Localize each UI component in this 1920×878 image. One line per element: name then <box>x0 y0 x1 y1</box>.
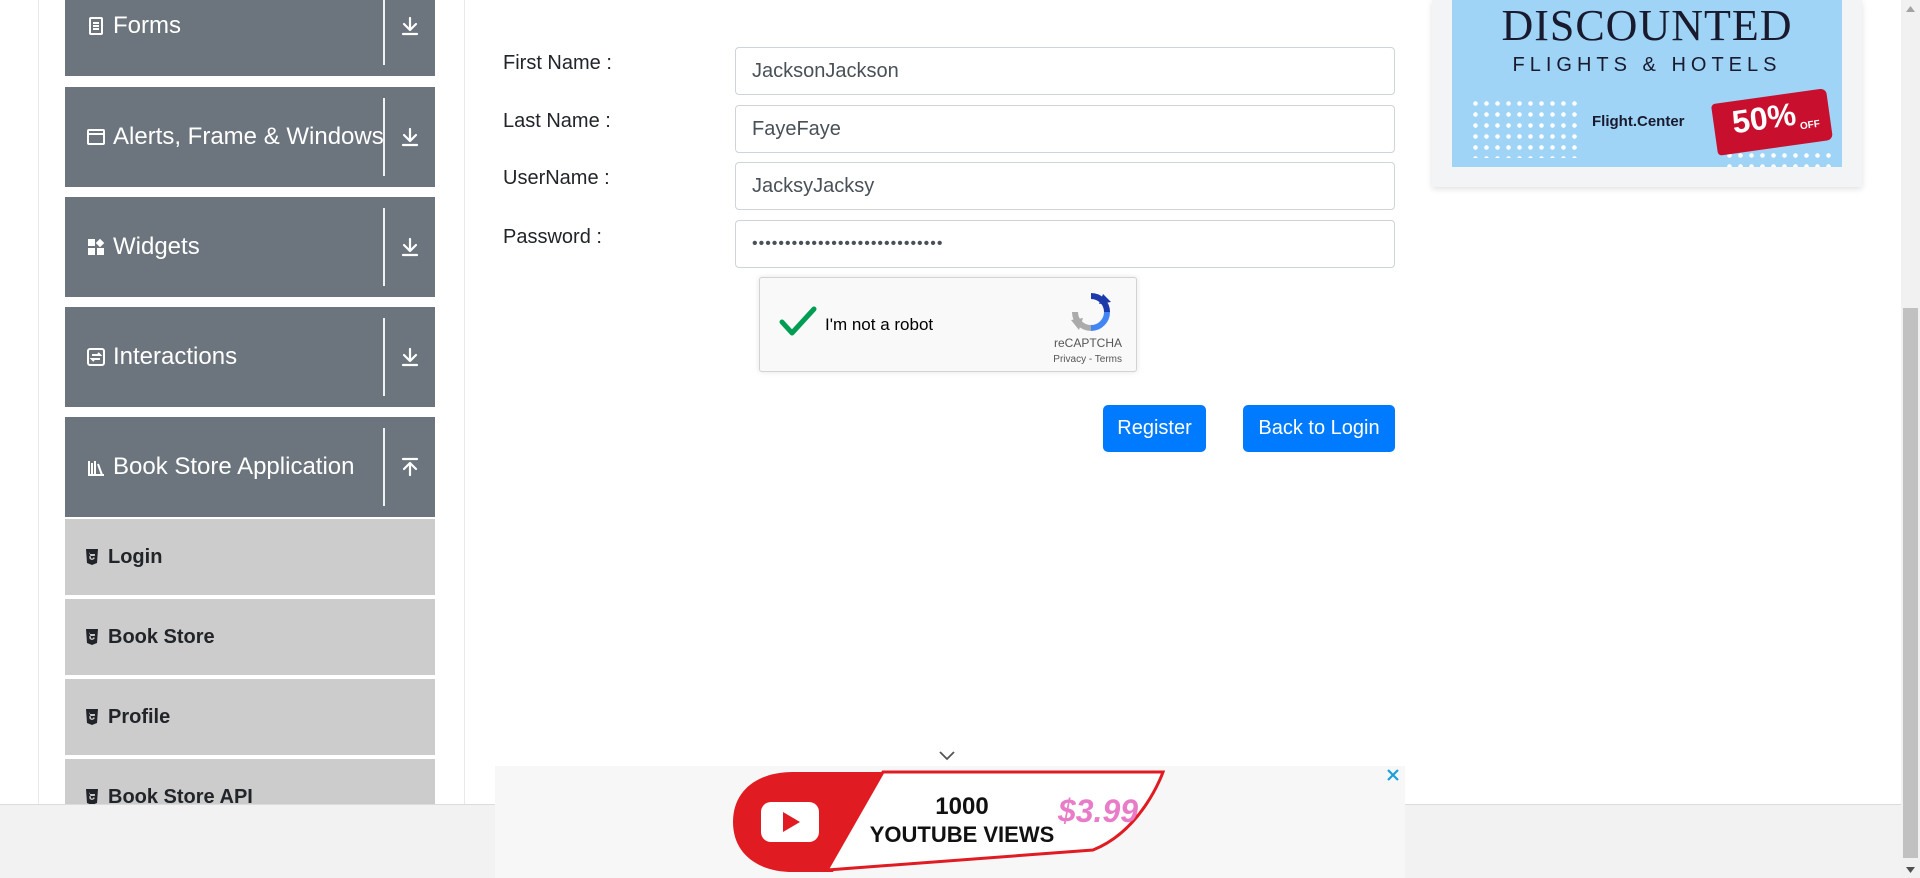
recaptcha-brand: reCAPTCHA <box>1053 336 1122 350</box>
ad-price: $3.99 <box>1057 793 1138 829</box>
ad-headline: DISCOUNTED <box>1501 1 1793 50</box>
sidebar-group-forms[interactable]: Forms <box>65 0 435 76</box>
first-name-input[interactable]: JacksonJackson <box>735 47 1395 95</box>
sidebar-item-label: Login <box>108 545 163 568</box>
scroll-up-arrow-icon[interactable] <box>1901 0 1920 17</box>
username-input[interactable]: JacksyJacksy <box>735 162 1395 210</box>
window-icon <box>85 126 107 148</box>
page-viewport: Forms Alerts, Frame & Windows Widgets In… <box>0 0 1920 878</box>
username-label: UserName : <box>503 167 610 189</box>
sidebar-group-interactions[interactable]: Interactions <box>65 307 435 407</box>
sidebar-group-label: Forms <box>113 12 181 39</box>
sidebar-group-widgets[interactable]: Widgets <box>65 197 435 297</box>
scrollbar-thumb[interactable] <box>1903 308 1918 858</box>
recaptcha-logo-icon <box>1071 293 1111 331</box>
sidebar-group-label: Interactions <box>113 343 238 370</box>
ad-brand: Flight.Center <box>1592 113 1685 130</box>
sidebar-group-label: Widgets <box>113 233 200 260</box>
recaptcha-privacy-terms-link[interactable]: Privacy - Terms <box>760 354 1122 365</box>
sidebar-group-book-store-application[interactable]: Book Store Application <box>65 417 435 517</box>
scroll-down-arrow-icon[interactable] <box>1901 861 1920 878</box>
ad-line2: YOUTUBE VIEWS <box>870 822 1055 847</box>
html5-icon <box>82 708 102 726</box>
sidebar-group-label: Book Store Application <box>113 453 355 480</box>
expand-arrow-icon[interactable] <box>385 307 435 407</box>
interactions-icon <box>85 346 107 368</box>
widgets-icon <box>85 236 107 258</box>
divider <box>383 428 385 506</box>
close-icon[interactable] <box>1384 766 1402 784</box>
divider <box>383 318 385 396</box>
recaptcha-widget: I'm not a robot reCAPTCHA Privacy - Term… <box>759 277 1137 372</box>
document-icon <box>85 15 107 37</box>
sidebar-group-label: Alerts, Frame & Windows <box>113 123 383 150</box>
register-button[interactable]: Register <box>1103 405 1206 452</box>
expand-arrow-icon[interactable] <box>385 87 435 187</box>
last-name-label: Last Name : <box>503 110 611 132</box>
html5-icon <box>82 548 102 566</box>
last-name-input[interactable]: FayeFaye <box>735 105 1395 153</box>
ad-banner: DISCOUNTED FLIGHTS & HOTELS Flight.Cente… <box>1452 0 1842 167</box>
sidebar-group-alerts-frame-windows[interactable]: Alerts, Frame & Windows <box>65 87 435 187</box>
password-input[interactable]: ••••••••••••••••••••••••••••• <box>735 220 1395 268</box>
chevron-down-icon[interactable] <box>937 748 957 762</box>
sidebar-item-profile[interactable]: Profile <box>65 679 435 757</box>
ad-line1: 1000 <box>935 793 988 820</box>
html5-icon <box>82 628 102 646</box>
sidebar-item-book-store[interactable]: Book Store <box>65 599 435 677</box>
recaptcha-label: I'm not a robot <box>825 315 934 334</box>
expand-arrow-icon[interactable] <box>385 0 435 76</box>
flight-center-ad[interactable]: DISCOUNTED FLIGHTS & HOTELS Flight.Cente… <box>1432 0 1862 187</box>
password-label: Password : <box>503 226 602 248</box>
sidebar-item-label: Book Store <box>108 625 215 648</box>
collapse-arrow-icon[interactable] <box>385 417 435 517</box>
first-name-label: First Name : <box>503 52 612 74</box>
sidebar-item-label: Profile <box>108 705 171 728</box>
sidebar-item-login[interactable]: Login <box>65 519 435 597</box>
back-to-login-button[interactable]: Back to Login <box>1243 405 1395 452</box>
ad-subline: FLIGHTS & HOTELS <box>1512 54 1782 76</box>
books-icon <box>85 456 107 478</box>
ad-dot-pattern <box>1470 98 1580 158</box>
divider <box>383 0 385 65</box>
divider <box>383 98 385 176</box>
expand-arrow-icon[interactable] <box>385 197 435 297</box>
youtube-views-ad[interactable]: 1000 YOUTUBE VIEWS $3.99 <box>723 770 1169 874</box>
checkmark-icon[interactable] <box>778 304 818 340</box>
divider <box>383 208 385 286</box>
